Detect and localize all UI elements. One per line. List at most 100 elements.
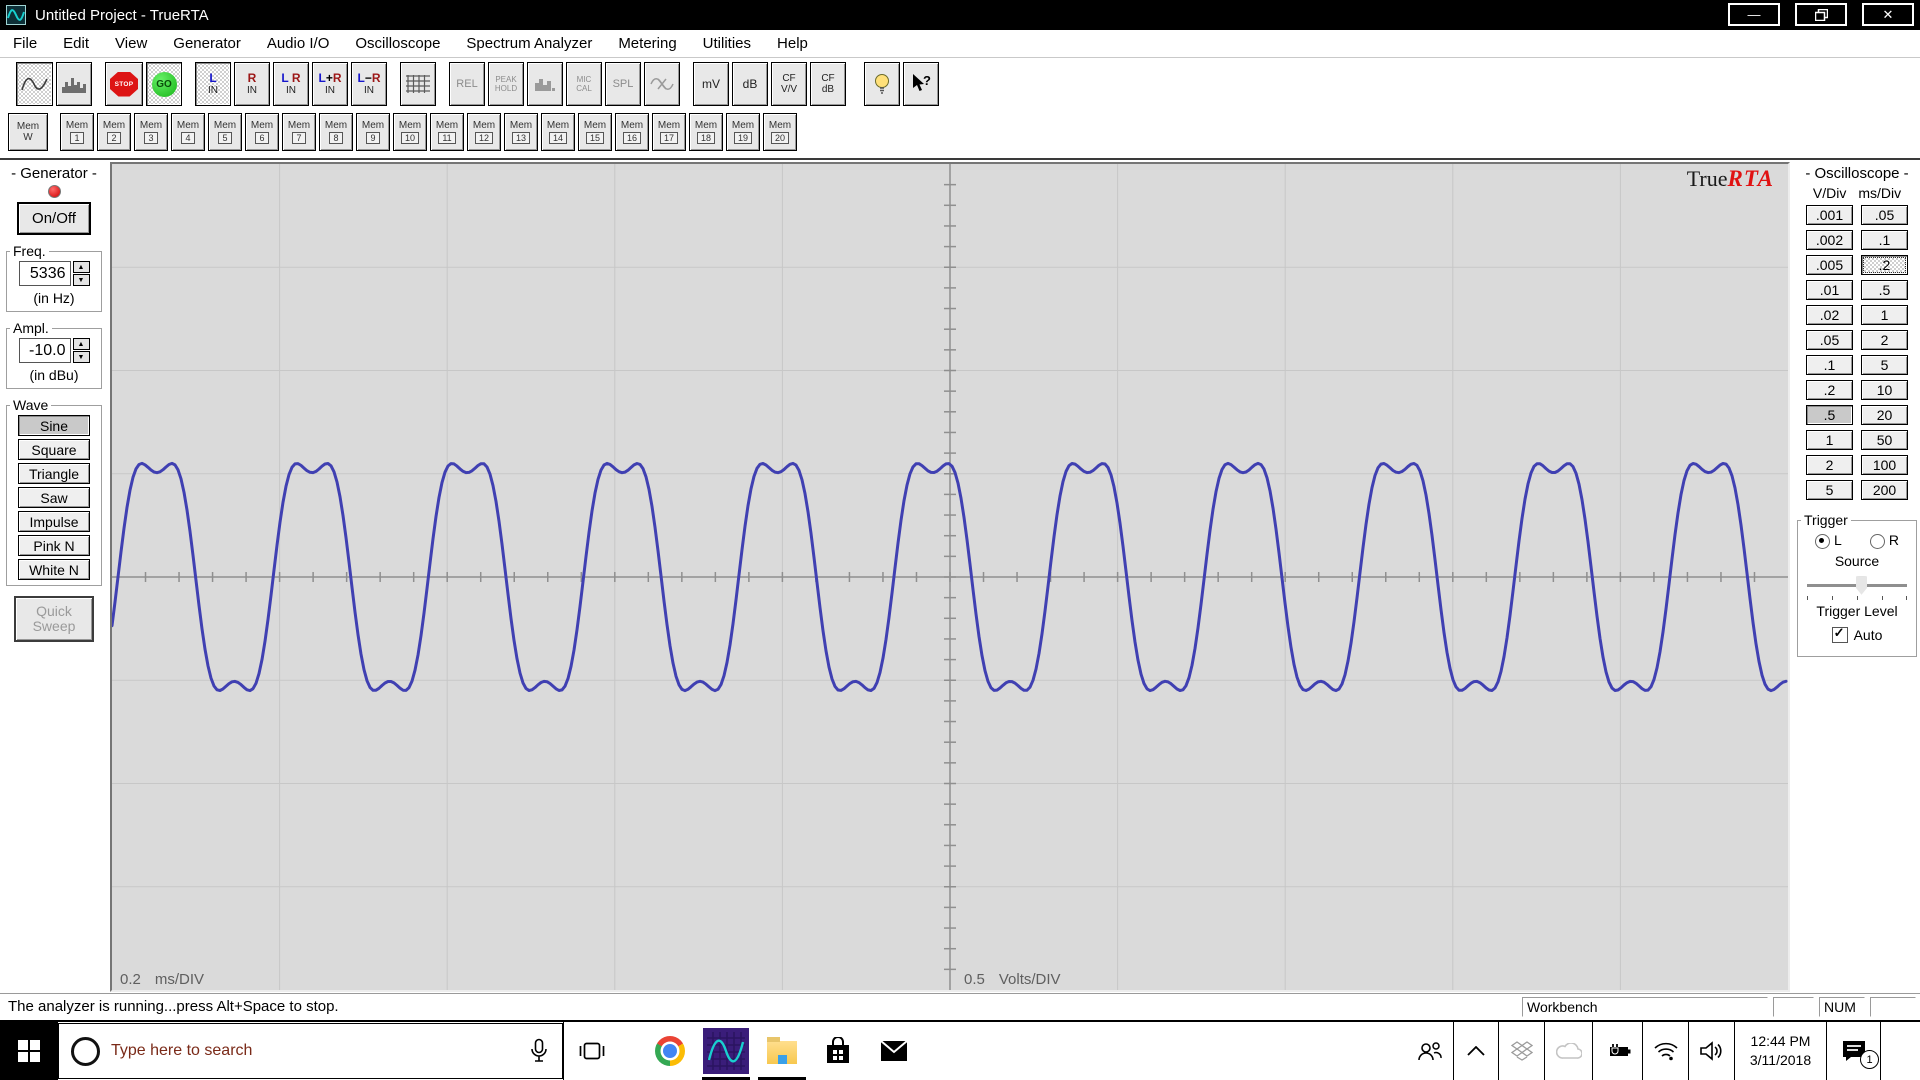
trigger-auto-checkbox[interactable] — [1831, 625, 1848, 643]
vdiv-option-button[interactable]: 5 — [1806, 480, 1853, 500]
show-hidden-icons-button[interactable] — [1453, 1022, 1498, 1080]
battery-tray-icon[interactable] — [1592, 1022, 1642, 1080]
grid-toggle-button[interactable] — [400, 62, 436, 106]
cf-vv-button[interactable]: CF V/V — [771, 62, 807, 106]
mem-slot-button[interactable]: Mem 8 — [319, 113, 353, 151]
db-units-button[interactable]: dB — [732, 62, 768, 106]
people-button[interactable] — [1407, 1022, 1453, 1080]
trigger-source-l[interactable]: L — [1815, 532, 1842, 549]
trigger-source-r[interactable]: R — [1869, 532, 1899, 549]
mem-slot-button[interactable]: Mem 1 — [60, 113, 94, 151]
input-channel-button[interactable]: L−R IN — [351, 62, 387, 106]
taskbar-search-box[interactable]: Type here to search — [58, 1023, 563, 1079]
clear-curve-button[interactable] — [644, 62, 680, 106]
amplitude-down-button[interactable]: ▼ — [72, 351, 90, 363]
msdiv-option-button[interactable]: .05 — [1861, 205, 1908, 225]
mem-slot-button[interactable]: Mem 15 — [578, 113, 612, 151]
spectrum-view-button[interactable] — [56, 62, 92, 106]
oscilloscope-view-button[interactable] — [16, 62, 53, 106]
trigger-source-r-radio[interactable] — [1869, 533, 1885, 549]
taskbar-app-file-explorer[interactable] — [754, 1022, 810, 1080]
msdiv-option-button[interactable]: 5 — [1861, 355, 1908, 375]
wave-type-button[interactable]: Saw — [18, 487, 90, 508]
mem-slot-button[interactable]: Mem 14 — [541, 113, 575, 151]
menu-item[interactable]: Edit — [50, 35, 102, 52]
msdiv-option-button[interactable]: 2 — [1861, 330, 1908, 350]
input-channel-button[interactable]: L R IN — [273, 62, 309, 106]
msdiv-option-button[interactable]: 100 — [1861, 455, 1908, 475]
wave-type-button[interactable]: Triangle — [18, 463, 90, 484]
cf-db-button[interactable]: CF dB — [810, 62, 846, 106]
taskbar-app-store[interactable] — [810, 1022, 866, 1080]
mem-slot-button[interactable]: Mem 17 — [652, 113, 686, 151]
peak-hold-button[interactable]: PEAK HOLD — [488, 62, 524, 106]
frequency-down-button[interactable]: ▼ — [72, 274, 90, 286]
close-button[interactable]: ✕ — [1862, 3, 1914, 26]
clock-tray[interactable]: 12:44 PM 3/11/2018 — [1734, 1022, 1826, 1080]
vdiv-option-button[interactable]: .002 — [1806, 230, 1853, 250]
quick-sweep-button[interactable]: Quick Sweep — [14, 596, 94, 642]
msdiv-option-button[interactable]: .2 — [1861, 255, 1908, 275]
mem-slot-button[interactable]: Mem 5 — [208, 113, 242, 151]
restore-button[interactable] — [1795, 3, 1847, 26]
wave-type-button[interactable]: Sine — [18, 415, 90, 436]
spl-button[interactable]: SPL — [605, 62, 641, 106]
menu-item[interactable]: Audio I/O — [254, 35, 343, 52]
stop-button[interactable]: STOP — [105, 62, 143, 106]
trigger-level-thumb[interactable] — [1856, 576, 1867, 595]
task-view-button[interactable] — [564, 1022, 620, 1080]
mem-w-button[interactable]: Mem W — [8, 113, 48, 151]
menu-item[interactable]: Utilities — [690, 35, 764, 52]
mem-slot-button[interactable]: Mem 18 — [689, 113, 723, 151]
generator-onoff-button[interactable]: On/Off — [17, 202, 91, 235]
menu-item[interactable]: Oscilloscope — [342, 35, 453, 52]
vdiv-option-button[interactable]: .02 — [1806, 305, 1853, 325]
vdiv-option-button[interactable]: .05 — [1806, 330, 1853, 350]
menu-item[interactable]: Help — [764, 35, 821, 52]
taskbar-app-truerta[interactable] — [698, 1022, 754, 1080]
mem-slot-button[interactable]: Mem 4 — [171, 113, 205, 151]
vdiv-option-button[interactable]: .2 — [1806, 380, 1853, 400]
msdiv-option-button[interactable]: 10 — [1861, 380, 1908, 400]
mic-cal-button[interactable]: MIC CAL — [566, 62, 602, 106]
msdiv-option-button[interactable]: 200 — [1861, 480, 1908, 500]
rel-button[interactable]: REL — [449, 62, 485, 106]
msdiv-option-button[interactable]: 50 — [1861, 430, 1908, 450]
amplitude-input[interactable]: -10.0 — [18, 338, 71, 363]
mv-units-button[interactable]: mV — [693, 62, 729, 106]
input-channel-button[interactable]: L IN — [195, 62, 231, 106]
cortana-icon[interactable] — [71, 1036, 100, 1066]
mem-slot-button[interactable]: Mem 10 — [393, 113, 427, 151]
vdiv-option-button[interactable]: .001 — [1806, 205, 1853, 225]
vdiv-option-button[interactable]: .1 — [1806, 355, 1853, 375]
menu-item[interactable]: View — [102, 35, 160, 52]
go-button[interactable]: GO — [146, 62, 182, 106]
vdiv-option-button[interactable]: 2 — [1806, 455, 1853, 475]
onedrive-tray-icon[interactable] — [1544, 1022, 1592, 1080]
taskbar-app-mail[interactable] — [866, 1022, 922, 1080]
mem-slot-button[interactable]: Mem 19 — [726, 113, 760, 151]
show-desktop-button[interactable] — [1880, 1022, 1920, 1080]
mem-slot-button[interactable]: Mem 20 — [763, 113, 797, 151]
amplitude-up-button[interactable]: ▲ — [72, 338, 90, 350]
taskbar-app-chrome[interactable] — [642, 1022, 698, 1080]
vdiv-option-button[interactable]: .5 — [1806, 405, 1853, 425]
bar-display-button[interactable] — [527, 62, 563, 106]
wave-type-button[interactable]: Impulse — [18, 511, 90, 532]
volume-tray-icon[interactable] — [1688, 1022, 1734, 1080]
wifi-tray-icon[interactable] — [1642, 1022, 1688, 1080]
mem-slot-button[interactable]: Mem 3 — [134, 113, 168, 151]
tip-button[interactable] — [864, 62, 900, 106]
mem-slot-button[interactable]: Mem 11 — [430, 113, 464, 151]
mem-slot-button[interactable]: Mem 13 — [504, 113, 538, 151]
trigger-level-slider[interactable] — [1807, 575, 1907, 600]
dropbox-tray-icon[interactable] — [1498, 1022, 1544, 1080]
mem-slot-button[interactable]: Mem 9 — [356, 113, 390, 151]
trigger-source-l-radio[interactable] — [1815, 533, 1831, 549]
wave-type-button[interactable]: Pink N — [18, 535, 90, 556]
msdiv-option-button[interactable]: .1 — [1861, 230, 1908, 250]
mem-slot-button[interactable]: Mem 2 — [97, 113, 131, 151]
context-help-button[interactable]: ? — [903, 62, 939, 106]
microphone-icon[interactable] — [530, 1038, 548, 1064]
start-button[interactable] — [0, 1022, 58, 1080]
